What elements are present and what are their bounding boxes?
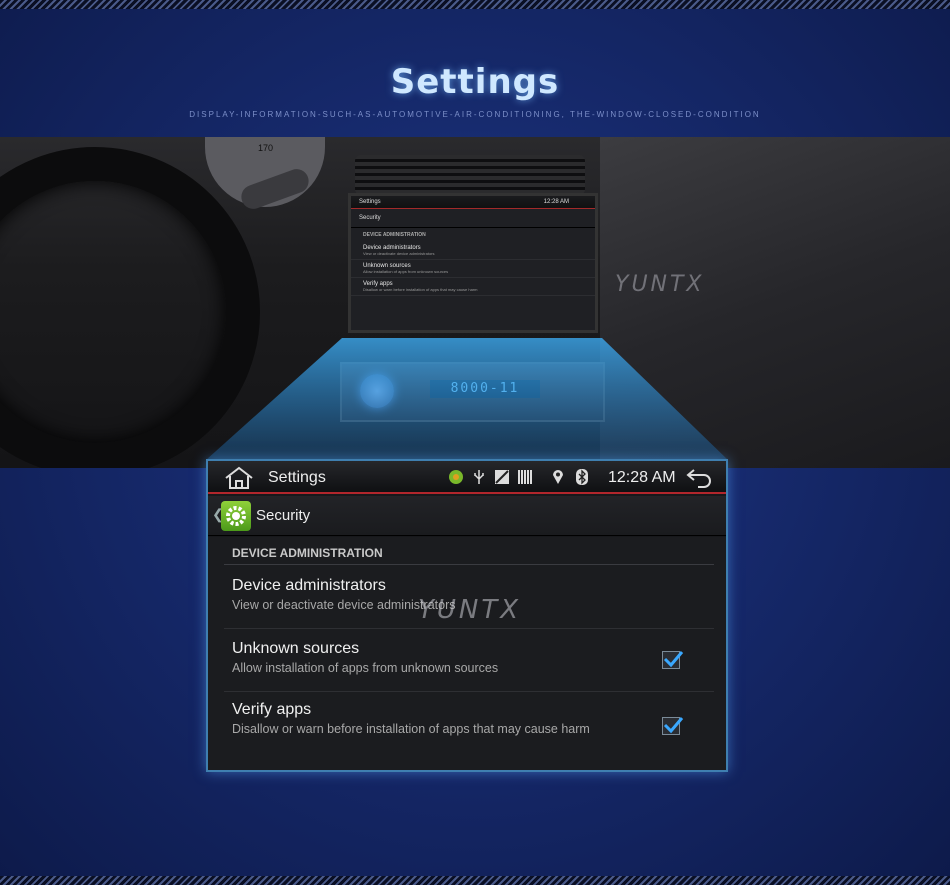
gear-icon	[221, 501, 251, 531]
image-icon	[495, 470, 509, 484]
steering-wheel	[0, 147, 260, 468]
home-icon[interactable]	[224, 466, 254, 490]
item-title: Unknown sources	[232, 640, 360, 657]
mini-section-title: Security	[351, 209, 595, 228]
verify-apps-item[interactable]: Verify apps Disallow or warn before inst…	[224, 692, 714, 768]
item-summary: Disallow or warn before installation of …	[232, 722, 590, 736]
mini-app-title: Settings	[359, 199, 381, 205]
action-bar[interactable]: ❮ Security	[208, 496, 726, 536]
status-bar: Settings 12:28 AM	[208, 461, 726, 494]
car-dashboard-photo: 170 Settings 12:28 AM Security DEVICE AD…	[0, 137, 950, 468]
settings-list: DEVICE ADMINISTRATION Device administrat…	[208, 537, 726, 770]
mini-item-summary: Allow installation of apps from unknown …	[363, 269, 449, 274]
mini-item-summary: View or deactivate device administrators	[363, 251, 435, 256]
mini-item-summary: Disallow or warn before installation of …	[363, 287, 478, 292]
mini-category-header: DEVICE ADMINISTRATION	[363, 232, 426, 238]
banner-subtitle: DISPLAY-INFORMATION-SUCH-AS-AUTOMOTIVE-A…	[189, 110, 761, 119]
checkbox-icon	[663, 717, 684, 734]
item-title: Verify apps	[232, 701, 312, 718]
mini-list-item: Unknown sources Allow installation of ap…	[351, 260, 595, 278]
brand-watermark: YUNTX	[615, 272, 705, 297]
banner-title: Settings	[390, 62, 560, 102]
mini-clock: 12:28 AM	[543, 199, 569, 205]
mini-list-item: Device administrators View or deactivate…	[351, 242, 595, 260]
unknown-sources-item[interactable]: Unknown sources Allow installation of ap…	[224, 629, 714, 692]
back-icon[interactable]	[686, 467, 712, 489]
barcode-icon	[518, 470, 532, 484]
item-summary: Allow installation of apps from unknown …	[232, 661, 499, 675]
clock: 12:28 AM	[608, 469, 676, 486]
head-unit-screen-photo: Settings 12:28 AM Security DEVICE ADMINI…	[348, 193, 598, 333]
app-title: Settings	[268, 469, 326, 486]
top-stripe	[0, 0, 950, 9]
bottom-stripe	[0, 876, 950, 885]
volume-knob	[360, 374, 394, 408]
item-summary: View or deactivate device administrators	[232, 598, 456, 612]
checkbox-icon	[663, 651, 684, 668]
dashboard-panel	[600, 137, 950, 468]
item-title: Device administrators	[232, 577, 386, 594]
unknown-sources-checkbox[interactable]	[662, 651, 684, 669]
category-header: DEVICE ADMINISTRATION	[224, 541, 714, 565]
radio-display: 8000-11	[430, 380, 540, 398]
gauge-number: 170	[258, 143, 274, 153]
settings-screen: Settings 12:28 AM ❮ Security DEVICE ADMI…	[206, 459, 728, 772]
bluetooth-icon	[576, 469, 588, 485]
mini-status-bar: Settings 12:28 AM	[351, 196, 595, 209]
mini-list-item: Verify apps Disallow or warn before inst…	[351, 278, 595, 296]
location-pin-icon	[553, 470, 563, 484]
globe-icon	[449, 470, 463, 484]
verify-apps-checkbox[interactable]	[662, 717, 684, 735]
section-title: Security	[256, 507, 311, 524]
brand-watermark: YUNTX	[418, 595, 522, 625]
usb-icon	[474, 470, 484, 484]
air-vent	[355, 155, 585, 195]
